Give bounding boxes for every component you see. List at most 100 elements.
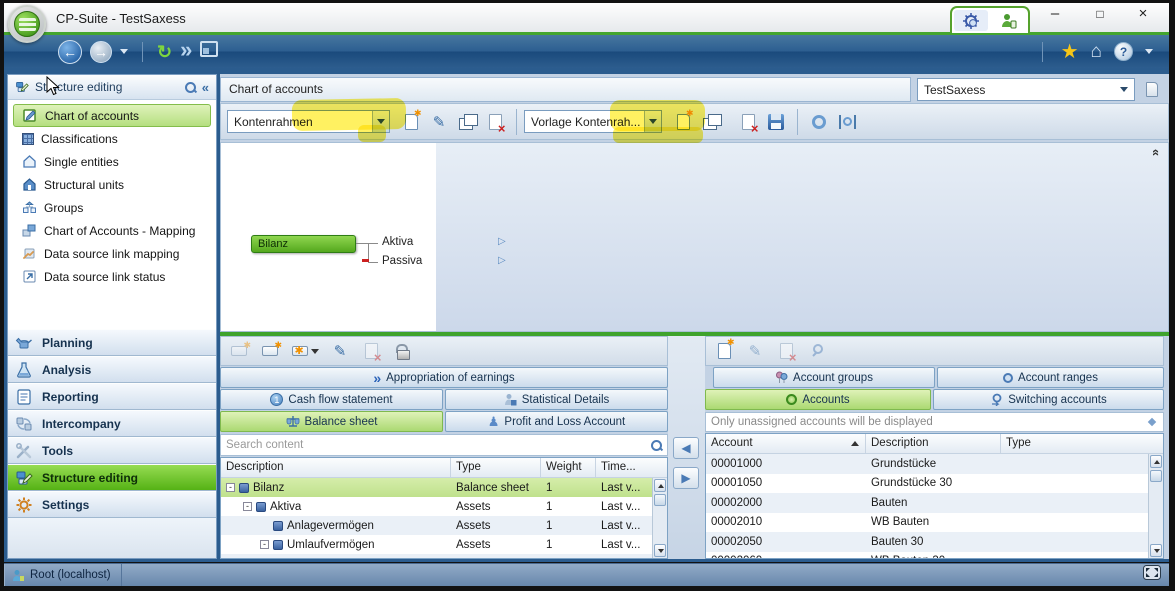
new-template-button[interactable] <box>670 109 696 135</box>
maximize-button[interactable]: □ <box>1083 4 1117 26</box>
search-icon[interactable] <box>650 439 662 451</box>
minimize-button[interactable]: – <box>1038 4 1072 26</box>
refresh-button[interactable]: ↻ <box>157 43 172 61</box>
sidebar-item-classifications[interactable]: Classifications <box>10 127 214 150</box>
template-combobox[interactable]: Vorlage Kontenrah... <box>524 110 662 133</box>
consolidation-icon[interactable] <box>954 10 988 31</box>
tree-expander[interactable] <box>260 540 269 549</box>
sidebar-item-structural-units[interactable]: Structural units <box>10 173 214 196</box>
copy-chart-button[interactable] <box>454 109 480 135</box>
home-icon[interactable]: ⌂ <box>1091 41 1102 63</box>
delete-account-button[interactable] <box>773 338 799 364</box>
delete-node-button[interactable] <box>358 338 384 364</box>
fast-forward-button[interactable]: » <box>180 41 192 59</box>
table-row[interactable]: 00002050 Bauten 30 <box>706 532 1163 552</box>
column-type[interactable]: Type <box>451 458 541 477</box>
fit-view-button[interactable] <box>834 109 860 135</box>
assign-left-button[interactable]: ◀ <box>673 437 699 459</box>
tab-account-ranges[interactable]: Account ranges <box>937 367 1164 388</box>
edit-account-button[interactable]: ✎ <box>742 338 768 364</box>
scroll-down-button[interactable] <box>654 544 666 557</box>
column-time[interactable]: Time... <box>596 458 654 477</box>
scenario-combobox[interactable]: TestSaxess <box>917 78 1135 101</box>
table-row[interactable]: Vorräte Assets 1 Last v... <box>221 554 667 558</box>
delete-template-button[interactable] <box>735 109 761 135</box>
tree-node-bilanz[interactable]: Bilanz <box>251 235 356 253</box>
scroll-up-button[interactable] <box>654 479 666 492</box>
forward-button[interactable]: → <box>90 41 112 63</box>
tab-cash-flow-statement[interactable]: 1 Cash flow statement <box>220 389 443 410</box>
column-weight[interactable]: Weight <box>541 458 596 477</box>
search-icon[interactable] <box>184 81 196 93</box>
table-row[interactable]: Aktiva Assets 1 Last v... <box>221 497 667 516</box>
column-account[interactable]: Account <box>706 434 866 453</box>
favorites-star-icon[interactable]: ★ <box>1061 39 1079 64</box>
filter-diamond-icon[interactable] <box>1148 418 1156 426</box>
tab-accounts[interactable]: Accounts <box>705 389 931 410</box>
scroll-thumb[interactable] <box>654 494 666 506</box>
user-session-icon[interactable] <box>992 10 1026 31</box>
tab-appropriation-of-earnings[interactable]: » Appropriation of earnings <box>220 367 668 388</box>
collapse-up-icon[interactable]: « <box>1149 149 1164 156</box>
zoom-normal-button[interactable] <box>806 109 832 135</box>
panel-toggle-button[interactable] <box>1141 78 1163 101</box>
column-type[interactable]: Type <box>1001 434 1149 453</box>
copy-template-button[interactable] <box>698 109 724 135</box>
scroll-down-button[interactable] <box>1150 544 1162 557</box>
scroll-up-button[interactable] <box>1150 455 1162 468</box>
table-row[interactable]: 00002000 Bauten <box>706 493 1163 513</box>
tab-switching-accounts[interactable]: Switching accounts <box>933 389 1164 410</box>
unassigned-filter-bar[interactable]: Only unassigned accounts will be display… <box>705 412 1164 432</box>
sidebar-item-dsl-mapping[interactable]: Data source link mapping <box>10 242 214 265</box>
column-description[interactable]: Description <box>221 458 451 477</box>
expand-right-icon[interactable]: ▷ <box>498 236 506 247</box>
tree-node-aktiva[interactable]: Aktiva <box>382 236 413 248</box>
column-description[interactable]: Description <box>866 434 1001 453</box>
tab-balance-sheet[interactable]: Balance sheet <box>220 411 443 432</box>
delete-chart-button[interactable] <box>482 109 508 135</box>
sidebar-section-planning[interactable]: Planning <box>8 329 216 356</box>
vertical-scrollbar[interactable] <box>1148 454 1163 558</box>
assign-right-button[interactable]: ▶ <box>673 467 699 489</box>
save-button[interactable] <box>763 109 789 135</box>
sidebar-item-groups[interactable]: Groups <box>10 196 214 219</box>
tab-statistical-details[interactable]: Statistical Details <box>445 389 668 410</box>
help-icon[interactable]: ? <box>1114 42 1133 61</box>
add-sibling-button[interactable] <box>226 338 252 364</box>
tree-node-passiva[interactable]: Passiva <box>382 255 422 267</box>
lock-button[interactable] <box>389 338 415 364</box>
expand-right-icon[interactable]: ▷ <box>498 255 506 266</box>
close-button[interactable]: × <box>1126 4 1160 26</box>
report-window-button[interactable] <box>200 41 218 62</box>
back-button[interactable]: ← <box>58 40 82 64</box>
help-dropdown-icon[interactable] <box>1145 49 1153 54</box>
sidebar-section-structure-editing[interactable]: Structure editing <box>8 464 216 491</box>
table-row[interactable]: Anlagevermögen Assets 1 Last v... <box>221 516 667 535</box>
link-account-button[interactable] <box>804 338 830 364</box>
tree-expander[interactable] <box>226 483 235 492</box>
tab-profit-and-loss[interactable]: ♟ Profit and Loss Account <box>445 411 668 432</box>
table-row[interactable]: 00002060 WB Bauten 30 <box>706 552 1163 559</box>
table-row[interactable]: Umlaufvermögen Assets 1 Last v... <box>221 535 667 554</box>
sidebar-item-coa-mapping[interactable]: Chart of Accounts - Mapping <box>10 219 214 242</box>
sidebar-section-analysis[interactable]: Analysis <box>8 356 216 383</box>
restore-layout-button[interactable] <box>1143 565 1161 585</box>
tab-account-groups[interactable]: Account groups <box>713 367 935 388</box>
sidebar-item-chart-of-accounts[interactable]: Chart of accounts <box>13 104 211 127</box>
sidebar-item-single-entities[interactable]: Single entities <box>10 150 214 173</box>
table-row[interactable]: 00001050 Grundstücke 30 <box>706 474 1163 494</box>
new-account-button[interactable] <box>711 338 737 364</box>
sidebar-section-tools[interactable]: Tools <box>8 437 216 464</box>
tree-expander[interactable] <box>243 502 252 511</box>
sidebar-section-settings[interactable]: Settings <box>8 491 216 518</box>
edit-chart-button[interactable]: ✎ <box>426 109 452 135</box>
edit-node-button[interactable]: ✎ <box>327 338 353 364</box>
sidebar-section-reporting[interactable]: Reporting <box>8 383 216 410</box>
table-row[interactable]: 00001000 Grundstücke <box>706 454 1163 474</box>
sidebar-item-dsl-status[interactable]: Data source link status <box>10 265 214 288</box>
add-special-button[interactable] <box>288 338 322 364</box>
search-content-input[interactable]: Search content <box>220 434 668 456</box>
scroll-thumb[interactable] <box>1150 470 1162 482</box>
history-dropdown-icon[interactable] <box>120 49 128 54</box>
table-row[interactable]: Bilanz Balance sheet 1 Last v... <box>221 478 667 497</box>
